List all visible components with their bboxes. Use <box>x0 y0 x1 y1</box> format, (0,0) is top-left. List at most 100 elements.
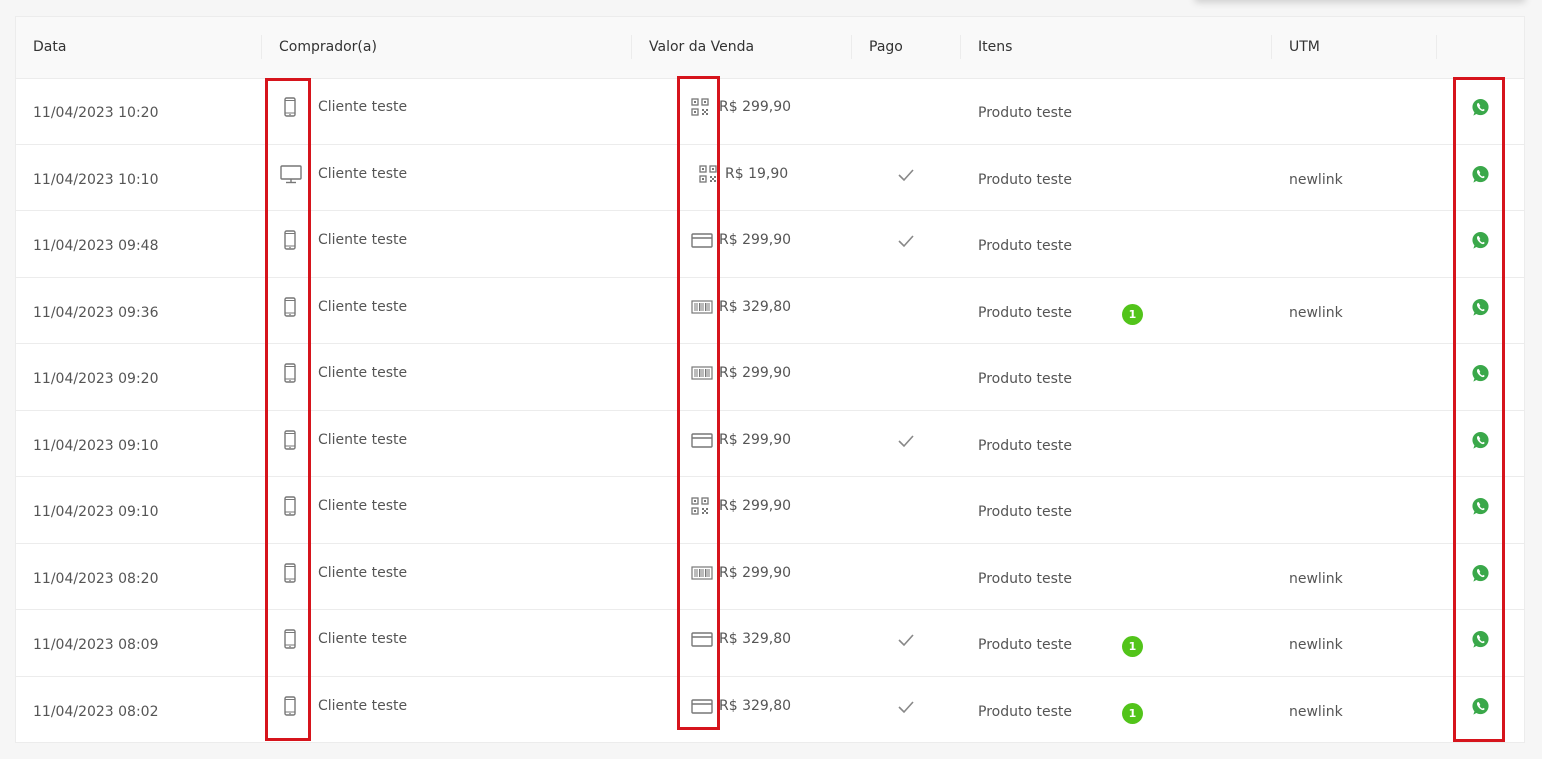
item-count-badge: 1 <box>1122 702 1143 724</box>
item-name: Produto teste <box>978 371 1072 387</box>
item-name: Produto teste <box>978 703 1072 720</box>
barcode-icon <box>691 298 713 316</box>
table-row[interactable]: 11/04/2023 09:10 Cliente teste R$ 299,90 Pr… <box>16 411 1524 477</box>
desktop-icon <box>280 164 302 184</box>
table-row[interactable]: 11/04/2023 10:20 Cliente teste R$ 299,90 Pr… <box>16 78 1524 145</box>
whatsapp-icon[interactable] <box>1471 298 1490 317</box>
buyer-name: Cliente teste <box>318 298 408 315</box>
mobile-icon <box>280 97 300 117</box>
whatsapp-icon[interactable] <box>1471 497 1490 516</box>
buyer-name: Cliente teste <box>318 697 408 714</box>
utm-value: newlink <box>1289 570 1343 587</box>
buyer-name: Cliente teste <box>318 365 408 381</box>
column-header-utm[interactable]: UTM <box>1289 17 1320 78</box>
sale-date: 11/04/2023 09:20 <box>33 371 159 387</box>
column-header-date[interactable]: Data <box>33 17 66 78</box>
table-row[interactable]: 11/04/2023 09:48 Cliente teste R$ 299,90 Pr… <box>16 211 1524 278</box>
item-name: Produto teste <box>978 238 1072 254</box>
item-name: Produto teste <box>978 304 1072 321</box>
sale-date: 11/04/2023 08:02 <box>33 703 159 720</box>
qrcode-icon <box>691 497 711 515</box>
whatsapp-icon[interactable] <box>1471 431 1490 450</box>
item-name: Produto teste <box>978 437 1072 454</box>
column-header-buyer[interactable]: Comprador(a) <box>279 17 377 78</box>
column-divider <box>261 35 262 59</box>
barcode-icon <box>691 364 713 382</box>
sale-date: 11/04/2023 09:10 <box>33 504 159 520</box>
credit-card-icon <box>691 431 713 449</box>
mobile-icon <box>280 429 300 450</box>
mobile-icon <box>280 363 300 383</box>
item-name: Produto teste <box>978 171 1072 188</box>
sale-date: 11/04/2023 09:10 <box>33 437 159 454</box>
sale-value: R$ 19,90 <box>725 165 789 182</box>
buyer-name: Cliente teste <box>318 232 408 248</box>
table-row[interactable]: 11/04/2023 08:02 Cliente teste R$ 329,80 Pr… <box>16 677 1524 744</box>
utm-value: newlink <box>1289 637 1343 653</box>
sale-value: R$ 329,80 <box>719 298 792 315</box>
column-divider <box>960 35 961 59</box>
sale-date: 11/04/2023 08:20 <box>33 570 159 587</box>
qrcode-icon <box>691 98 711 116</box>
sale-value: R$ 329,80 <box>719 631 792 647</box>
table-row[interactable]: 11/04/2023 09:10 Cliente teste R$ 299,90 Pr… <box>16 477 1524 544</box>
whatsapp-icon[interactable] <box>1471 564 1490 583</box>
column-header-value[interactable]: Valor da Venda <box>649 17 754 78</box>
sale-date: 11/04/2023 09:36 <box>33 304 159 321</box>
table-row[interactable]: 11/04/2023 09:20 Cliente teste R$ 299,90 Pr… <box>16 344 1524 411</box>
column-divider <box>631 35 632 59</box>
barcode-icon <box>691 564 713 582</box>
check-icon <box>896 233 916 249</box>
utm-value: newlink <box>1289 304 1343 321</box>
table-row[interactable]: 11/04/2023 10:10 Cliente teste R$ 19,90 Pro… <box>16 145 1524 211</box>
table-row[interactable]: 11/04/2023 08:09 Cliente teste R$ 329,80 Pr… <box>16 610 1524 677</box>
whatsapp-icon[interactable] <box>1471 697 1490 716</box>
column-header-items[interactable]: Itens <box>978 17 1012 78</box>
item-name: Produto teste <box>978 637 1072 653</box>
mobile-icon <box>280 629 300 649</box>
sale-value: R$ 299,90 <box>719 365 792 381</box>
item-count-badge: 1 <box>1122 636 1143 657</box>
qrcode-icon <box>699 164 719 183</box>
utm-value: newlink <box>1289 703 1343 720</box>
mobile-icon <box>280 562 300 583</box>
buyer-name: Cliente teste <box>318 631 408 647</box>
sale-date: 11/04/2023 10:20 <box>33 105 159 121</box>
utm-value: newlink <box>1289 171 1343 188</box>
table-row[interactable]: 11/04/2023 08:20 Cliente teste R$ 299,90 Pr… <box>16 544 1524 610</box>
buyer-name: Cliente teste <box>318 431 408 448</box>
mobile-icon <box>280 296 300 317</box>
item-name: Produto teste <box>978 504 1072 520</box>
whatsapp-icon[interactable] <box>1471 364 1490 383</box>
sale-date: 11/04/2023 09:48 <box>33 238 159 254</box>
check-icon <box>896 167 916 183</box>
column-header-paid[interactable]: Pago <box>869 17 903 78</box>
sale-value: R$ 299,90 <box>719 498 792 514</box>
whatsapp-icon[interactable] <box>1471 98 1490 117</box>
mobile-icon <box>280 496 300 516</box>
sale-date: 11/04/2023 10:10 <box>33 171 159 188</box>
table-header: Data Comprador(a) Valor da Venda Pago It… <box>16 17 1524 79</box>
sale-date: 11/04/2023 08:09 <box>33 637 159 653</box>
sales-table: Data Comprador(a) Valor da Venda Pago It… <box>15 16 1525 743</box>
column-divider <box>851 35 852 59</box>
buyer-name: Cliente teste <box>318 99 408 115</box>
credit-card-icon <box>691 697 713 715</box>
table-row[interactable]: 11/04/2023 09:36 Cliente teste R$ 329,80 Pr… <box>16 278 1524 344</box>
buyer-name: Cliente teste <box>318 165 408 182</box>
sale-value: R$ 299,90 <box>719 232 792 248</box>
column-divider <box>1436 35 1437 59</box>
credit-card-icon <box>691 231 713 249</box>
check-icon <box>896 632 916 648</box>
sale-value: R$ 299,90 <box>719 431 792 448</box>
item-name: Produto teste <box>978 105 1072 121</box>
whatsapp-icon[interactable] <box>1471 231 1490 250</box>
check-icon <box>896 699 916 715</box>
buyer-name: Cliente teste <box>318 564 408 581</box>
column-divider <box>1271 35 1272 59</box>
check-icon <box>896 433 916 449</box>
credit-card-icon <box>691 630 713 648</box>
whatsapp-icon[interactable] <box>1471 630 1490 649</box>
whatsapp-icon[interactable] <box>1471 165 1490 184</box>
item-name: Produto teste <box>978 570 1072 587</box>
